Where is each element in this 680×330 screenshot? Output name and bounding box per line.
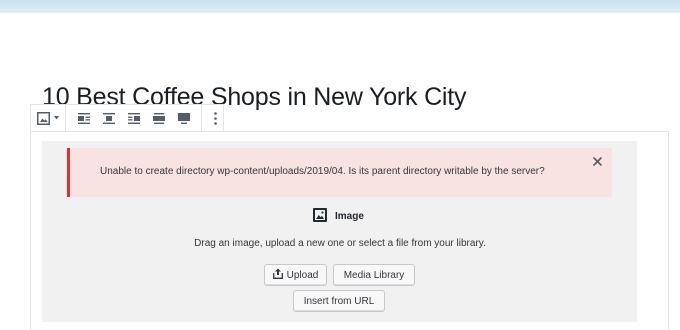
media-library-button[interactable]: Media Library — [333, 264, 415, 286]
align-center-icon — [102, 112, 115, 124]
more-options-button[interactable] — [202, 105, 229, 131]
media-library-button-label: Media Library — [343, 269, 405, 281]
wide-width-button[interactable] — [146, 105, 171, 131]
wide-width-icon — [152, 112, 165, 124]
alignment-group — [65, 105, 201, 131]
align-right-button[interactable] — [121, 105, 146, 131]
chevron-down-icon — [54, 116, 59, 120]
align-left-icon — [77, 112, 90, 124]
more-options-group — [201, 105, 229, 131]
align-center-button[interactable] — [96, 105, 121, 131]
error-notice: Unable to create directory wp-content/up… — [67, 148, 612, 197]
dismiss-notice-button[interactable] — [590, 155, 604, 169]
close-icon — [592, 153, 602, 171]
align-left-button[interactable] — [71, 105, 96, 131]
upload-button[interactable]: Upload — [264, 264, 327, 286]
image-block-instructions: Drag an image, upload a new one or selec… — [194, 238, 486, 249]
image-block-title: Image — [335, 210, 364, 222]
upload-button-label: Upload — [286, 269, 319, 281]
error-notice-message: Unable to create directory wp-content/up… — [100, 166, 545, 177]
block-toolbar — [30, 104, 224, 132]
align-right-icon — [127, 112, 140, 124]
block-type-group — [31, 105, 65, 131]
full-width-button[interactable] — [171, 105, 196, 131]
image-block-label: Image — [313, 207, 364, 225]
more-options-icon — [214, 111, 217, 125]
image-icon — [313, 207, 327, 225]
upload-icon — [272, 268, 283, 282]
full-width-icon — [177, 112, 190, 124]
image-block-icon — [37, 111, 50, 125]
insert-from-url-button-label: Insert from URL — [303, 295, 375, 307]
top-banner — [0, 0, 680, 13]
block-switcher-button[interactable] — [31, 105, 65, 131]
insert-from-url-button[interactable]: Insert from URL — [293, 290, 385, 312]
